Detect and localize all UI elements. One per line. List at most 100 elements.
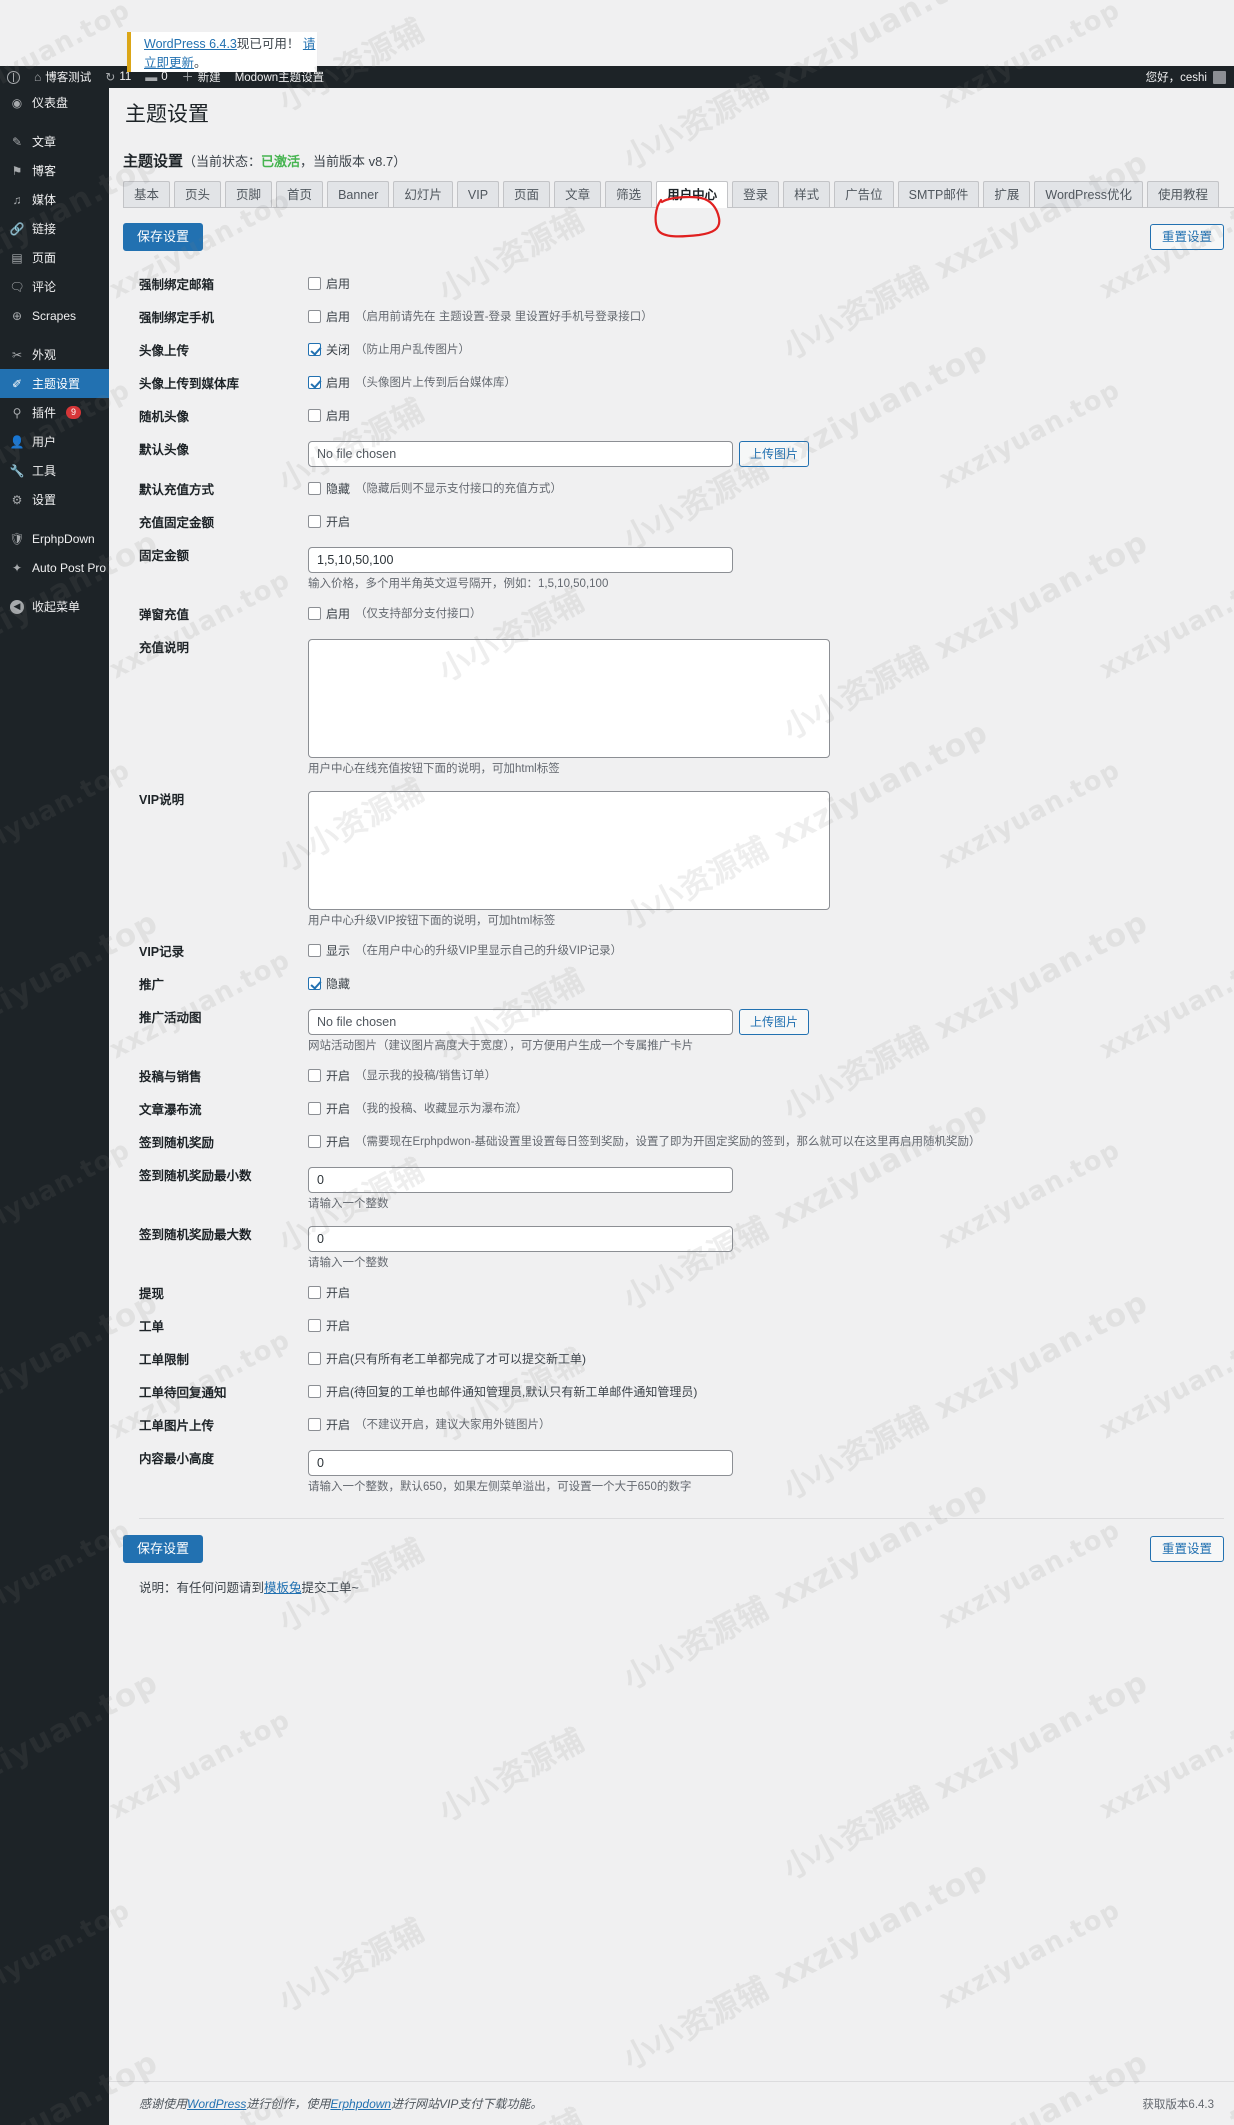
- sidebar-item-comments[interactable]: 🗨 评论: [0, 272, 109, 301]
- checkbox-label-force-bind-email[interactable]: 启用: [326, 276, 350, 292]
- text-input-checkin-random-max[interactable]: 0: [308, 1226, 733, 1252]
- textarea-recharge-description[interactable]: [308, 639, 830, 758]
- tab-8[interactable]: 文章: [554, 181, 602, 208]
- checkbox-ticket[interactable]: [308, 1319, 321, 1332]
- file-input-promotion-image[interactable]: No file chosen: [308, 1009, 733, 1035]
- tab-0[interactable]: 基本: [123, 181, 171, 208]
- update-notice-version-link[interactable]: WordPress 6.4.3: [144, 37, 237, 51]
- checkbox-label-promotion[interactable]: 隐藏: [326, 976, 350, 992]
- tab-13[interactable]: 广告位: [834, 181, 894, 208]
- checkbox-label-force-bind-phone[interactable]: 启用: [326, 309, 350, 325]
- adminbar-wp-logo[interactable]: [0, 66, 27, 88]
- home-icon: ⌂: [34, 70, 42, 84]
- setting-row-post-waterfall: 文章瀑布流 开启 （我的投稿、收藏显示为瀑布流）: [123, 1094, 1234, 1127]
- footer-erphpdown-link[interactable]: Erphpdown: [330, 2097, 391, 2111]
- checkbox-ticket-limit[interactable]: [308, 1352, 321, 1365]
- checkbox-submission-and-sales[interactable]: [308, 1069, 321, 1082]
- tab-9[interactable]: 筛选: [605, 181, 653, 208]
- tab-15[interactable]: 扩展: [983, 181, 1031, 208]
- checkbox-popup-recharge[interactable]: [308, 607, 321, 620]
- sidebar-item-appearance[interactable]: ✂ 外观: [0, 340, 109, 369]
- tab-7[interactable]: 页面: [503, 181, 551, 208]
- checkbox-label-default-recharge-method[interactable]: 隐藏: [326, 481, 350, 497]
- checkbox-label-random-avatar[interactable]: 启用: [326, 408, 350, 424]
- checkbox-force-bind-email[interactable]: [308, 277, 321, 290]
- sidebar-item-dashboard[interactable]: ◉ 仪表盘: [0, 88, 109, 117]
- update-notice: WordPress 6.4.3现已可用！ 请立即更新。: [127, 32, 317, 72]
- checkbox-label-ticket[interactable]: 开启: [326, 1318, 350, 1334]
- tab-5[interactable]: 幻灯片: [393, 181, 453, 208]
- tab-active-10[interactable]: 用户中心: [656, 181, 729, 208]
- checkbox-post-waterfall[interactable]: [308, 1102, 321, 1115]
- sidebar-item-tools[interactable]: 🔧 工具: [0, 456, 109, 485]
- sidebar-item-blog[interactable]: ⚑ 博客: [0, 156, 109, 185]
- tab-2[interactable]: 页脚: [225, 181, 273, 208]
- bottom-note-link[interactable]: 模板兔: [264, 1581, 302, 1595]
- reset-button-top[interactable]: 重置设置: [1149, 224, 1224, 250]
- adminbar-site-name[interactable]: ⌂ 博客测试: [27, 66, 98, 88]
- sidebar-item-auto-post-pro[interactable]: ✦ Auto Post Pro: [0, 553, 109, 582]
- checkbox-fixed-recharge-amount-toggle[interactable]: [308, 515, 321, 528]
- setting-label-promotion: 推广: [139, 978, 165, 992]
- tab-12[interactable]: 样式: [783, 181, 831, 208]
- checkbox-withdraw[interactable]: [308, 1286, 321, 1299]
- checkbox-avatar-upload[interactable]: [308, 343, 321, 356]
- sidebar-item-links[interactable]: 🔗 链接: [0, 214, 109, 243]
- brush-icon: ✂: [11, 347, 23, 362]
- tab-16[interactable]: WordPress优化: [1034, 181, 1143, 208]
- checkbox-ticket-image-upload[interactable]: [308, 1418, 321, 1431]
- sidebar-item-pages[interactable]: ▤ 页面: [0, 243, 109, 272]
- checkbox-label-vip-records[interactable]: 显示: [326, 943, 350, 959]
- sidebar-item-theme-settings[interactable]: ✐ 主题设置: [0, 369, 109, 398]
- checkbox-label-post-waterfall[interactable]: 开启: [326, 1101, 350, 1117]
- checkbox-label-withdraw[interactable]: 开启: [326, 1285, 350, 1301]
- checkbox-ticket-pending-notify[interactable]: [308, 1385, 321, 1398]
- adminbar-account[interactable]: 您好，ceshi: [1146, 69, 1234, 85]
- checkbox-label-avatar-upload-to-media[interactable]: 启用: [326, 375, 350, 391]
- checkbox-label-submission-and-sales[interactable]: 开启: [326, 1068, 350, 1084]
- checkbox-label-ticket-image-upload[interactable]: 开启: [326, 1417, 350, 1433]
- tab-17[interactable]: 使用教程: [1147, 181, 1220, 208]
- tab-3[interactable]: 首页: [276, 181, 324, 208]
- sidebar-item-media[interactable]: ♫ 媒体: [0, 185, 109, 214]
- file-input-default-avatar[interactable]: No file chosen: [308, 441, 733, 467]
- footer-wordpress-link[interactable]: WordPress: [187, 2097, 246, 2111]
- checkbox-label-fixed-recharge-amount-toggle[interactable]: 开启: [326, 514, 350, 530]
- checkbox-label-popup-recharge[interactable]: 启用: [326, 606, 350, 622]
- sidebar-item-settings[interactable]: ⚙ 设置: [0, 485, 109, 514]
- save-button-bottom[interactable]: 保存设置: [123, 1535, 204, 1563]
- checkbox-label-checkin-random-reward[interactable]: 开启: [326, 1134, 350, 1150]
- tab-11[interactable]: 登录: [732, 181, 780, 208]
- sidebar-item-posts[interactable]: ✎ 文章: [0, 127, 109, 156]
- sidebar-item-collapse-menu[interactable]: ◀ 收起菜单: [0, 592, 109, 621]
- tab-14[interactable]: SMTP邮件: [897, 181, 980, 208]
- text-input-checkin-random-min[interactable]: 0: [308, 1167, 733, 1193]
- checkbox-checkin-random-reward[interactable]: [308, 1135, 321, 1148]
- tab-6[interactable]: VIP: [456, 181, 500, 208]
- sidebar-item-plugins[interactable]: ⚲ 插件 9: [0, 398, 109, 427]
- sidebar-item-scrapes[interactable]: ⊕ Scrapes: [0, 301, 109, 330]
- save-button-top[interactable]: 保存设置: [123, 223, 204, 251]
- checkbox-label-ticket-limit[interactable]: 开启(只有所有老工单都完成了才可以提交新工单): [326, 1351, 586, 1367]
- checkbox-line: 启用: [308, 276, 1234, 292]
- checkbox-line: 开启 （我的投稿、收藏显示为瀑布流）: [308, 1101, 1234, 1117]
- upload-button-promotion-image[interactable]: 上传图片: [739, 1009, 810, 1035]
- checkbox-label-avatar-upload[interactable]: 关闭: [326, 342, 350, 358]
- text-input-content-min-height[interactable]: 0: [308, 1450, 733, 1476]
- checkbox-promotion[interactable]: [308, 977, 321, 990]
- checkbox-vip-records[interactable]: [308, 944, 321, 957]
- checkbox-default-recharge-method[interactable]: [308, 482, 321, 495]
- checkbox-force-bind-phone[interactable]: [308, 310, 321, 323]
- sidebar-item-users[interactable]: 👤 用户: [0, 427, 109, 456]
- textarea-vip-description[interactable]: [308, 791, 830, 910]
- sidebar-item-label: 文章: [32, 135, 57, 149]
- upload-button-default-avatar[interactable]: 上传图片: [739, 441, 810, 467]
- sidebar-item-erphpdown[interactable]: 🛡 ErphpDown: [0, 524, 109, 553]
- tab-1[interactable]: 页头: [174, 181, 222, 208]
- checkbox-avatar-upload-to-media[interactable]: [308, 376, 321, 389]
- text-input-fixed-amount[interactable]: 1,5,10,50,100: [308, 547, 733, 573]
- tab-4[interactable]: Banner: [327, 181, 390, 208]
- checkbox-random-avatar[interactable]: [308, 409, 321, 422]
- checkbox-label-ticket-pending-notify[interactable]: 开启(待回复的工单也邮件通知管理员,默认只有新工单邮件通知管理员): [326, 1384, 697, 1400]
- reset-button-bottom[interactable]: 重置设置: [1149, 1536, 1224, 1562]
